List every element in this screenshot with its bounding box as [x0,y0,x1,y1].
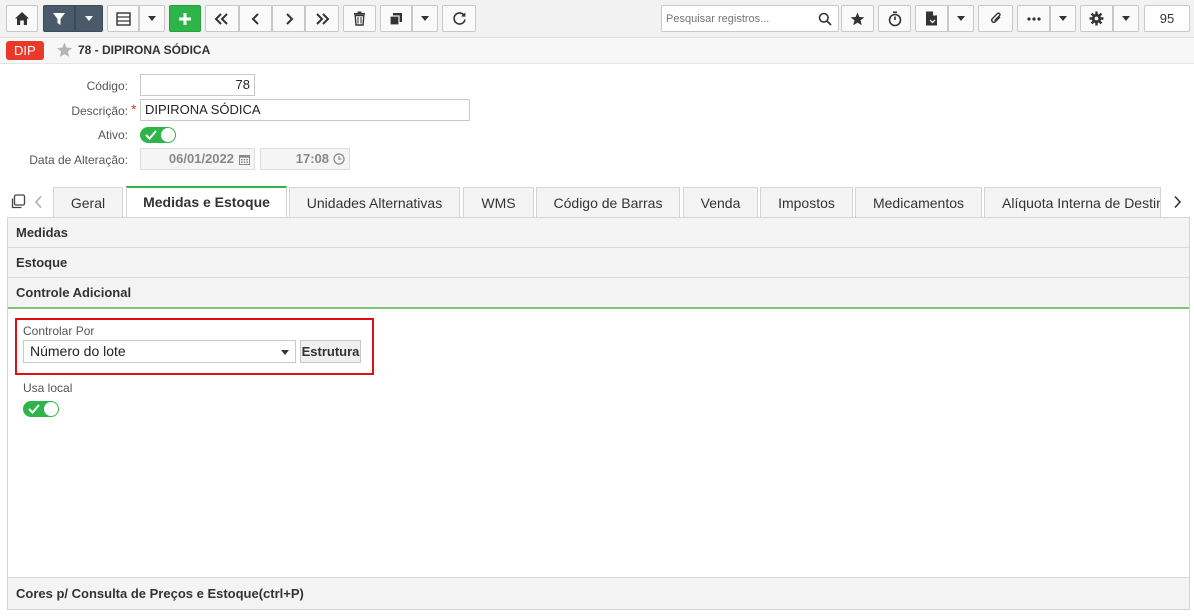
chevron-down-icon [148,16,156,21]
copy-button[interactable] [380,5,412,32]
tab-wms[interactable]: WMS [463,187,534,217]
next-icon [285,12,293,25]
tab-aliquota-interna[interactable]: Alíquota Interna de Destin [984,187,1161,217]
search-icon[interactable] [818,12,832,26]
filter-icon [53,12,65,25]
filter-dropdown[interactable] [75,5,103,32]
report-button[interactable] [915,5,948,32]
first-icon [214,12,228,25]
chevron-left-icon[interactable] [34,195,43,209]
trash-icon [354,11,365,26]
search-input[interactable] [662,6,812,31]
section-cores-consulta[interactable]: Cores p/ Consulta de Preços e Estoque(ct… [8,577,1189,609]
hora-alteracao-value: 17:08 [295,151,329,166]
search-box [661,5,839,32]
previous-record-button[interactable] [239,5,272,32]
delete-button[interactable] [343,5,376,32]
toggle-knob [44,402,58,416]
prev-icon [251,12,259,25]
record-badge: DIP [6,41,44,60]
grid-view-button[interactable] [107,5,139,32]
report-dropdown[interactable] [948,5,974,32]
section-controle-adicional[interactable]: Controle Adicional [8,278,1189,309]
tab-medidas-estoque[interactable]: Medidas e Estoque [126,186,287,217]
report-icon [926,11,937,26]
tab-medicamentos[interactable]: Medicamentos [855,187,982,217]
more-dropdown[interactable] [1050,5,1076,32]
tab-bar: Geral Medidas e Estoque Unidades Alterna… [0,186,1194,218]
settings-dropdown[interactable] [1113,5,1139,32]
toggle-knob [161,128,175,142]
tab-geral[interactable]: Geral [53,187,123,217]
refresh-button[interactable] [442,5,476,32]
home-button[interactable] [6,5,38,32]
data-alteracao-field: 06/01/2022 [140,148,255,170]
last-record-button[interactable] [305,5,339,32]
section-estoque[interactable]: Estoque [8,248,1189,278]
controlar-por-value: Número do lote [30,343,126,359]
usa-local-toggle[interactable] [23,401,59,417]
gear-icon [1089,11,1104,26]
chevron-down-icon [957,16,965,21]
main-toolbar: 95 [0,0,1194,38]
required-marker: * [131,101,137,117]
home-icon [15,12,29,25]
controlar-por-label: Controlar Por [23,324,95,338]
calendar-icon [239,155,250,165]
clock-icon [333,153,345,165]
chevron-down-icon [281,350,289,355]
chevron-down-icon [1122,16,1130,21]
ativo-label: Ativo: [97,128,128,142]
more-button[interactable] [1017,5,1050,32]
ativo-toggle[interactable] [140,127,176,143]
check-icon [28,404,40,414]
tab-impostos[interactable]: Impostos [760,187,853,217]
check-icon [145,130,157,140]
windows-icon[interactable] [10,194,26,210]
first-record-button[interactable] [205,5,239,32]
codigo-field[interactable]: 78 [140,74,255,96]
last-icon [316,12,330,25]
filter-button[interactable] [43,5,75,32]
stopwatch-icon [888,11,901,26]
next-record-button[interactable] [272,5,305,32]
record-header: DIP 78 - DIPIRONA SÓDICA [0,38,1194,64]
copy-icon [389,12,402,26]
star-icon [850,12,865,25]
data-alteracao-value: 06/01/2022 [168,151,234,166]
grid-view-dropdown[interactable] [139,5,165,32]
usa-local-label: Usa local [23,381,73,395]
chevron-down-icon [85,16,93,21]
estrutura-button[interactable]: Estrutura [300,340,361,363]
attachment-button[interactable] [978,5,1013,32]
descricao-label: Descrição: [71,104,128,118]
chevron-down-icon [1059,16,1067,21]
controlar-por-select[interactable]: Número do lote [23,340,296,363]
tab-codigo-barras[interactable]: Código de Barras [536,187,680,217]
medidas-estoque-panel: Medidas Estoque Controle Adicional Cores… [7,217,1190,610]
tab-venda[interactable]: Venda [683,187,758,217]
add-button[interactable] [169,5,201,32]
chevron-right-icon[interactable] [1173,195,1182,209]
star-icon[interactable] [56,42,73,58]
copy-dropdown[interactable] [412,5,438,32]
grid-icon [115,11,131,26]
timer-button[interactable] [878,5,911,32]
section-medidas[interactable]: Medidas [8,218,1189,248]
descricao-field[interactable]: DIPIRONA SÓDICA [140,99,470,121]
page-number[interactable]: 95 [1144,5,1190,32]
chevron-down-icon [421,16,429,21]
record-title: 78 - DIPIRONA SÓDICA [78,43,211,57]
tab-unidades-alternativas[interactable]: Unidades Alternativas [289,187,460,217]
settings-button[interactable] [1080,5,1113,32]
more-icon [1026,16,1041,21]
paperclip-icon [990,12,1001,23]
add-icon [179,12,191,25]
refresh-icon [452,12,466,25]
favorite-button[interactable] [841,5,874,32]
codigo-label: Código: [86,79,128,93]
hora-alteracao-field: 17:08 [260,148,350,170]
data-alteracao-label: Data de Alteração: [29,153,128,167]
